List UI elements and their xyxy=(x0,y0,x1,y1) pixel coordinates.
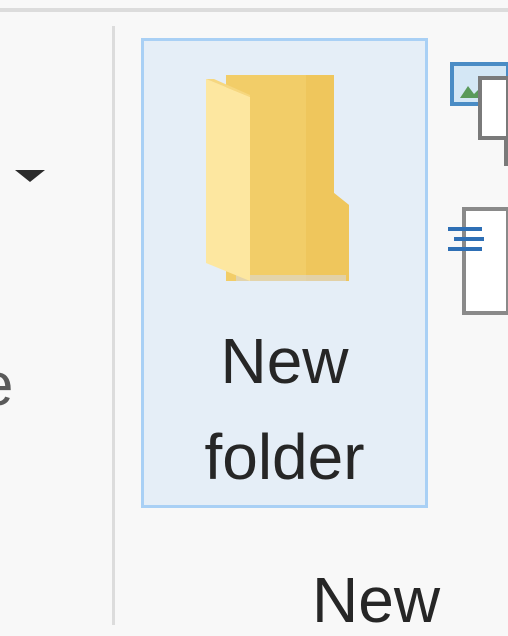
left-ribbon-group: e xyxy=(0,12,112,625)
cut-off-group-label: e xyxy=(0,355,13,415)
new-folder-label-line2: folder xyxy=(204,421,365,493)
new-folder-label-line1: New xyxy=(220,325,349,397)
chevron-down-icon[interactable] xyxy=(15,170,45,182)
group-separator xyxy=(112,26,115,625)
easy-access-icon[interactable] xyxy=(444,205,508,315)
new-group-label: New xyxy=(312,564,441,636)
folder-icon xyxy=(206,75,349,281)
new-folder-button[interactable]: New folder xyxy=(141,38,428,508)
new-item-icon[interactable] xyxy=(450,58,508,168)
